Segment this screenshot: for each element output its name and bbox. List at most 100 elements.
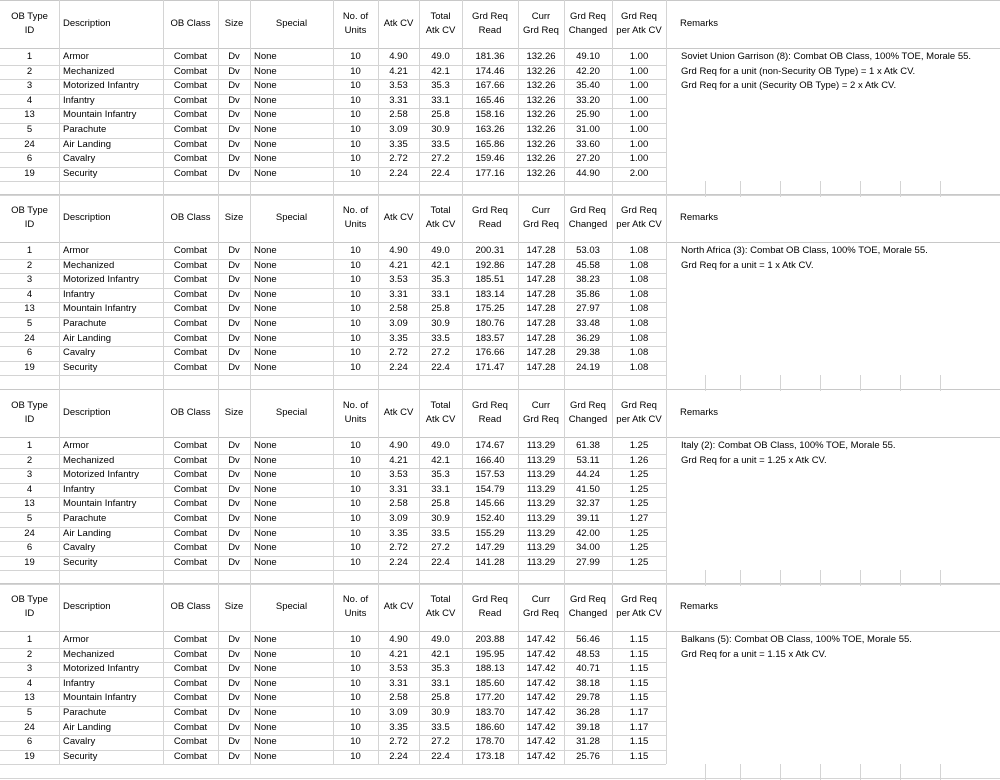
cell-curr-grd-req[interactable]: 147.28 [518,333,564,346]
cell-atk-cv[interactable]: 4.90 [378,634,419,647]
cell-no-of-units[interactable]: 10 [333,362,378,375]
cell-no-of-units[interactable]: 10 [333,303,378,316]
cell-grd-req-per-atk-cv[interactable]: 1.25 [612,484,666,497]
cell-grd-req-per-atk-cv[interactable]: 1.00 [612,66,666,79]
cell-size[interactable]: Dv [218,722,250,735]
cell-grd-req-per-atk-cv[interactable]: 1.26 [612,455,666,468]
cell-curr-grd-req[interactable]: 147.28 [518,274,564,287]
cell-size[interactable]: Dv [218,440,250,453]
cell-special[interactable]: None [250,440,333,453]
cell-curr-grd-req[interactable]: 147.42 [518,663,564,676]
cell-grd-req-changed[interactable]: 27.20 [564,153,612,166]
cell-size[interactable]: Dv [218,634,250,647]
cell-size[interactable]: Dv [218,139,250,152]
cell-curr-grd-req[interactable]: 147.42 [518,678,564,691]
cell-total-atk-cv[interactable]: 22.4 [419,168,462,181]
cell-ob-class[interactable]: Combat [163,440,218,453]
cell-no-of-units[interactable]: 10 [333,455,378,468]
cell-ob-type-id[interactable]: 1 [0,634,59,647]
cell-ob-class[interactable]: Combat [163,124,218,137]
cell-curr-grd-req[interactable]: 147.28 [518,245,564,258]
cell-grd-req-read[interactable]: 155.29 [462,528,518,541]
cell-size[interactable]: Dv [218,469,250,482]
cell-grd-req-per-atk-cv[interactable]: 2.00 [612,168,666,181]
cell-total-atk-cv[interactable]: 22.4 [419,362,462,375]
cell-size[interactable]: Dv [218,124,250,137]
cell-grd-req-read[interactable]: 188.13 [462,663,518,676]
cell-description[interactable]: Cavalry [59,736,163,749]
cell-atk-cv[interactable]: 2.72 [378,347,419,360]
cell-atk-cv[interactable]: 3.31 [378,95,419,108]
cell-size[interactable]: Dv [218,751,250,764]
cell-size[interactable]: Dv [218,498,250,511]
cell-atk-cv[interactable]: 2.72 [378,736,419,749]
cell-ob-type-id[interactable]: 24 [0,139,59,152]
cell-ob-class[interactable]: Combat [163,153,218,166]
cell-size[interactable]: Dv [218,333,250,346]
cell-description[interactable]: Mechanized [59,649,163,662]
cell-total-atk-cv[interactable]: 35.3 [419,274,462,287]
cell-special[interactable]: None [250,751,333,764]
cell-grd-req-changed[interactable]: 29.38 [564,347,612,360]
cell-curr-grd-req[interactable]: 132.26 [518,66,564,79]
cell-grd-req-read[interactable]: 195.95 [462,649,518,662]
cell-size[interactable]: Dv [218,318,250,331]
cell-total-atk-cv[interactable]: 25.8 [419,109,462,122]
cell-size[interactable]: Dv [218,513,250,526]
cell-atk-cv[interactable]: 2.58 [378,692,419,705]
cell-curr-grd-req[interactable]: 132.26 [518,109,564,122]
cell-total-atk-cv[interactable]: 27.2 [419,736,462,749]
cell-no-of-units[interactable]: 10 [333,469,378,482]
cell-curr-grd-req[interactable]: 113.29 [518,542,564,555]
cell-grd-req-read[interactable]: 174.67 [462,440,518,453]
cell-no-of-units[interactable]: 10 [333,751,378,764]
cell-ob-class[interactable]: Combat [163,109,218,122]
cell-ob-class[interactable]: Combat [163,80,218,93]
cell-no-of-units[interactable]: 10 [333,663,378,676]
cell-curr-grd-req[interactable]: 147.42 [518,634,564,647]
cell-atk-cv[interactable]: 3.35 [378,333,419,346]
cell-special[interactable]: None [250,274,333,287]
cell-grd-req-read[interactable]: 174.46 [462,66,518,79]
cell-curr-grd-req[interactable]: 113.29 [518,557,564,570]
cell-description[interactable]: Mountain Infantry [59,303,163,316]
cell-curr-grd-req[interactable]: 132.26 [518,51,564,64]
cell-grd-req-changed[interactable]: 36.29 [564,333,612,346]
cell-grd-req-changed[interactable]: 56.46 [564,634,612,647]
cell-total-atk-cv[interactable]: 33.5 [419,722,462,735]
cell-description[interactable]: Infantry [59,95,163,108]
cell-no-of-units[interactable]: 10 [333,557,378,570]
cell-ob-type-id[interactable]: 4 [0,678,59,691]
cell-total-atk-cv[interactable]: 25.8 [419,303,462,316]
cell-curr-grd-req[interactable]: 147.28 [518,303,564,316]
cell-size[interactable]: Dv [218,260,250,273]
cell-grd-req-read[interactable]: 157.53 [462,469,518,482]
cell-grd-req-per-atk-cv[interactable]: 1.08 [612,303,666,316]
cell-grd-req-per-atk-cv[interactable]: 1.15 [612,751,666,764]
cell-curr-grd-req[interactable]: 113.29 [518,440,564,453]
cell-description[interactable]: Motorized Infantry [59,274,163,287]
cell-description[interactable]: Parachute [59,513,163,526]
cell-special[interactable]: None [250,528,333,541]
cell-curr-grd-req[interactable]: 147.42 [518,736,564,749]
cell-curr-grd-req[interactable]: 132.26 [518,168,564,181]
cell-grd-req-read[interactable]: 183.57 [462,333,518,346]
cell-grd-req-read[interactable]: 145.66 [462,498,518,511]
cell-ob-type-id[interactable]: 19 [0,168,59,181]
cell-grd-req-per-atk-cv[interactable]: 1.00 [612,153,666,166]
cell-size[interactable]: Dv [218,289,250,302]
cell-ob-class[interactable]: Combat [163,274,218,287]
cell-grd-req-changed[interactable]: 27.99 [564,557,612,570]
cell-curr-grd-req[interactable]: 147.28 [518,347,564,360]
cell-grd-req-read[interactable]: 176.66 [462,347,518,360]
cell-grd-req-read[interactable]: 180.76 [462,318,518,331]
cell-special[interactable]: None [250,692,333,705]
cell-description[interactable]: Mechanized [59,66,163,79]
cell-total-atk-cv[interactable]: 30.9 [419,513,462,526]
cell-no-of-units[interactable]: 10 [333,66,378,79]
cell-ob-class[interactable]: Combat [163,649,218,662]
cell-ob-type-id[interactable]: 13 [0,498,59,511]
cell-curr-grd-req[interactable]: 113.29 [518,484,564,497]
cell-description[interactable]: Air Landing [59,528,163,541]
cell-total-atk-cv[interactable]: 33.5 [419,528,462,541]
